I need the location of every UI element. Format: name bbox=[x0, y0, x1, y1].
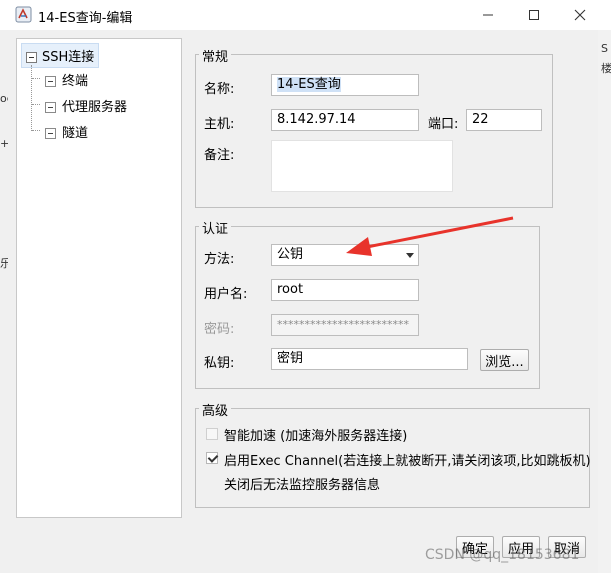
exec-channel-checkbox[interactable] bbox=[206, 452, 218, 464]
password-label: 密码: bbox=[204, 322, 235, 337]
exec-channel-note: 关闭后无法监控服务器信息 bbox=[224, 478, 381, 493]
collapse-icon[interactable] bbox=[26, 52, 37, 63]
host-field[interactable]: 8.142.97.14 bbox=[271, 109, 419, 131]
annotation-arrow-head bbox=[346, 237, 372, 256]
maximize-icon bbox=[529, 10, 539, 20]
password-field[interactable]: ************************ bbox=[271, 314, 419, 336]
notes-label: 备注: bbox=[204, 148, 235, 163]
tree-connector bbox=[31, 65, 32, 131]
close-button[interactable] bbox=[557, 0, 603, 30]
name-value: 14-ES查询 bbox=[277, 77, 341, 92]
auth-group-title: 认证 bbox=[199, 218, 232, 237]
background-window-edge: S 楼 bbox=[597, 30, 611, 573]
smart-accel-checkbox[interactable] bbox=[206, 428, 218, 440]
exec-channel-label: 启用Exec Channel(若连接上就被断开,请关闭该项,比如跳板机) bbox=[224, 454, 591, 469]
window-title: 14-ES查询-编辑 bbox=[38, 11, 133, 26]
private-key-field[interactable]: 密钥 bbox=[271, 348, 468, 370]
username-field[interactable]: root bbox=[271, 279, 419, 301]
notes-textarea[interactable] bbox=[271, 140, 453, 192]
method-label: 方法: bbox=[204, 252, 235, 267]
port-field[interactable]: 22 bbox=[466, 109, 542, 131]
name-field[interactable]: 14-ES查询 bbox=[271, 74, 419, 96]
annotation-arrow-icon bbox=[346, 216, 514, 256]
node-icon bbox=[45, 128, 56, 139]
tree-item-label: 代理服务器 bbox=[62, 100, 128, 115]
tree-connector bbox=[32, 78, 40, 79]
tree-item-terminal[interactable]: 终端 bbox=[45, 70, 88, 89]
smart-accel-label: 智能加速 (加速海外服务器连接) bbox=[224, 429, 408, 444]
title-bar: 14-ES查询-编辑 bbox=[0, 0, 611, 30]
tree-item-proxy[interactable]: 代理服务器 bbox=[45, 96, 127, 115]
tree-item-label: SSH连接 bbox=[42, 50, 95, 65]
tree-connector bbox=[32, 104, 40, 105]
name-label: 名称: bbox=[204, 82, 235, 97]
tree-connector bbox=[32, 130, 40, 131]
close-icon bbox=[574, 9, 586, 21]
method-value: 公钥 bbox=[277, 247, 304, 262]
private-key-label: 私钥: bbox=[204, 356, 235, 371]
browse-button[interactable]: 浏览... bbox=[480, 349, 529, 371]
node-icon bbox=[45, 102, 56, 113]
host-label: 主机: bbox=[204, 117, 235, 132]
tree-item-label: 终端 bbox=[62, 74, 89, 89]
background-fragment: S bbox=[601, 42, 608, 55]
background-fragment: 楼 bbox=[601, 62, 611, 75]
advanced-group-title: 高级 bbox=[199, 400, 232, 419]
minimize-icon bbox=[483, 14, 493, 16]
tree-item-ssh[interactable]: SSH连接 bbox=[21, 43, 100, 68]
node-icon bbox=[45, 76, 56, 87]
port-label: 端口: bbox=[428, 117, 459, 132]
settings-tree: SSH连接 终端 代理服务器 隧道 bbox=[16, 38, 182, 518]
annotation-arrow-shaft bbox=[361, 216, 514, 250]
maximize-button[interactable] bbox=[511, 0, 557, 30]
general-group-title: 常规 bbox=[199, 46, 232, 65]
minimize-button[interactable] bbox=[465, 0, 511, 30]
app-icon bbox=[15, 6, 32, 23]
watermark: CSDN @qq_18153681 bbox=[425, 547, 580, 563]
tree-item-tunnel[interactable]: 隧道 bbox=[45, 122, 88, 141]
username-label: 用户名: bbox=[204, 287, 248, 302]
tree-item-label: 隧道 bbox=[62, 126, 89, 141]
